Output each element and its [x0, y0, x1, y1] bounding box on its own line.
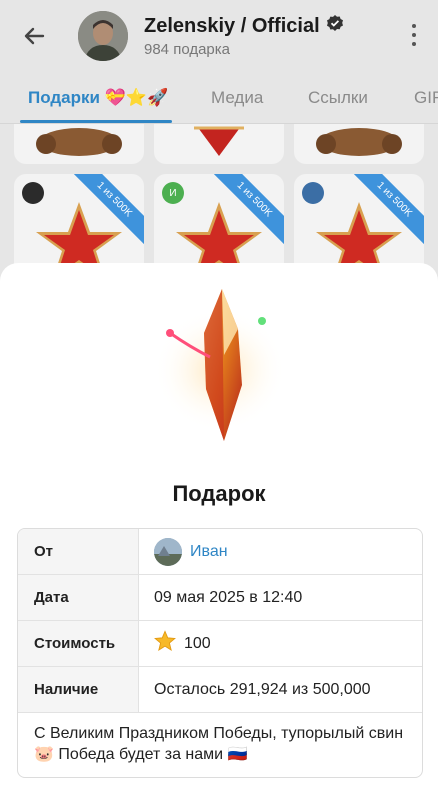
tab-gifts[interactable]: Подарки 💝⭐🚀 [28, 88, 168, 108]
row-from: От Иван [18, 529, 422, 575]
tab-media[interactable]: Медиа [211, 88, 263, 108]
gift-info-table: От Иван Дата 09 мая 2025 в 12:40 Стоимос… [17, 528, 423, 778]
gift-cell[interactable] [154, 124, 284, 164]
channel-name: Zelenskiy / Official [144, 14, 344, 38]
channel-title-block[interactable]: Zelenskiy / Official 984 подарка [144, 14, 344, 58]
gift-grid: 1 из 500K И 1 из 500K 1 из 500K [0, 124, 438, 274]
gift-cell[interactable]: 1 из 500K [294, 174, 424, 274]
row-label: Стоимость [18, 621, 139, 666]
gift-cell[interactable] [294, 124, 424, 164]
owner-badge [22, 182, 44, 204]
gift-message: С Великим Праздником Победы, тупорылый с… [34, 725, 404, 763]
active-tab-indicator [20, 120, 172, 123]
availability-value: Осталось 291,924 из 500,000 [154, 680, 371, 698]
tab-gif[interactable]: GIF [414, 88, 438, 108]
row-price: Стоимость 100 [18, 621, 422, 667]
row-label: От [18, 529, 139, 574]
sender-avatar [154, 537, 182, 566]
owner-badge: И [162, 182, 184, 204]
price-value: 100 [139, 621, 422, 666]
sender-link[interactable]: Иван [139, 529, 422, 574]
more-vertical-icon[interactable] [404, 22, 424, 48]
gift-cell[interactable] [14, 124, 144, 164]
tab-links[interactable]: Ссылки [308, 88, 368, 108]
sender-name: Иван [190, 542, 228, 560]
chat-header: Zelenskiy / Official 984 подарка [0, 0, 438, 72]
channel-avatar[interactable] [78, 11, 128, 61]
verified-badge-icon [326, 14, 344, 38]
tab-bar: Подарки 💝⭐🚀 Медиа Ссылки GIF [0, 72, 438, 124]
back-arrow-icon[interactable] [14, 16, 54, 56]
gift-count: 984 подарка [144, 41, 231, 58]
row-label: Дата [18, 575, 139, 620]
price-amount: 100 [184, 634, 211, 652]
date-value: 09 мая 2025 в 12:40 [154, 588, 303, 606]
gift-cell[interactable]: И 1 из 500K [154, 174, 284, 274]
star-icon [154, 630, 176, 657]
gift-cell[interactable]: 1 из 500K [14, 174, 144, 274]
row-date: Дата 09 мая 2025 в 12:40 [18, 575, 422, 621]
row-availability: Наличие Осталось 291,924 из 500,000 [18, 667, 422, 713]
crystal-gift-icon [154, 289, 286, 441]
row-label: Наличие [18, 667, 139, 712]
channel-name-text: Zelenskiy / Official [144, 14, 320, 37]
gift-details-sheet: Подарок От Иван Дата 09 мая 2025 в 12:40… [0, 263, 438, 800]
sheet-title: Подарок [172, 481, 266, 506]
owner-badge [302, 182, 324, 204]
